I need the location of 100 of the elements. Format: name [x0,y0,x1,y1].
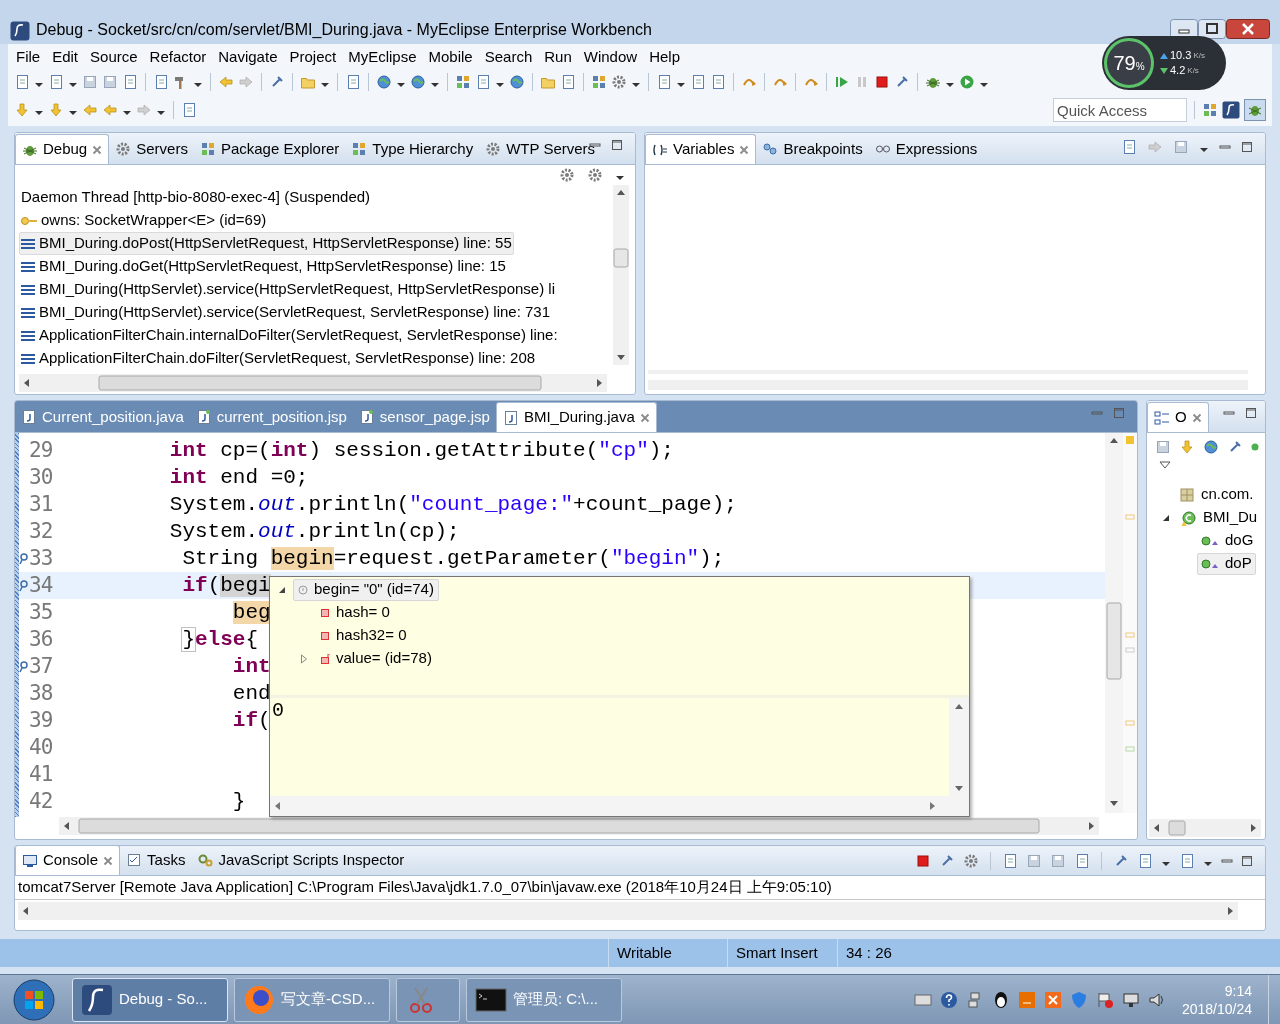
globe-icon[interactable] [1203,439,1219,455]
menu-item[interactable]: Window [577,45,644,69]
variable-tree-item[interactable]: hash= 0 [315,601,395,624]
horizontal-scrollbar[interactable] [19,374,607,392]
breakpoint-marker-icon[interactable] [19,660,29,673]
menu-item[interactable]: Run [538,45,578,69]
grid-icon[interactable] [1202,102,1218,118]
x-icon[interactable] [1043,990,1062,1009]
tab[interactable]: Servers [109,134,194,164]
menu-item[interactable]: Navigate [212,45,284,69]
close-icon[interactable] [1226,19,1270,39]
menu-item[interactable]: Search [478,45,539,69]
tab[interactable]: Debug [15,134,110,164]
speaker-icon[interactable] [1147,990,1166,1009]
menu-item[interactable]: Project [283,45,343,69]
tab[interactable]: BMI_During.java [495,402,657,432]
document-icon[interactable] [1002,853,1018,869]
view-menu-icon[interactable] [1159,461,1171,469]
quick-access-field[interactable]: Quick Access [1053,98,1187,122]
grid-icon[interactable] [591,74,607,90]
maximize-icon[interactable] [1245,407,1257,419]
globe-icon[interactable] [410,74,426,90]
document-icon[interactable] [181,102,197,118]
document-icon[interactable] [1121,139,1137,155]
taskbar-button[interactable]: Debug - So... [72,977,228,1022]
stack-frame-row[interactable]: BMI_During.doPost(HttpServletRequest, HttpServletResponse) line: 55 [19,232,514,255]
menu-item[interactable]: Help [643,45,686,69]
tab[interactable]: Tasks [120,846,192,875]
gear-icon[interactable] [963,853,979,869]
menu-item[interactable]: Mobile [422,45,479,69]
tab[interactable]: Breakpoints [756,134,869,164]
save-icon[interactable] [1026,853,1042,869]
tab[interactable]: Expressions [868,134,984,164]
tab[interactable]: JavaScript Scripts Inspector [191,846,411,875]
tab[interactable]: Console [15,846,121,875]
collapsed-arrow-icon[interactable] [300,653,308,664]
gear-icon[interactable] [611,74,627,90]
bug-icon[interactable] [1244,99,1266,121]
app-logo-icon[interactable] [1222,101,1240,119]
document-icon[interactable] [1074,853,1090,869]
document-icon[interactable] [1179,853,1195,869]
variable-tree-item[interactable]: hash32= 0 [315,624,412,647]
outline-item[interactable]: doP [1197,552,1256,575]
help-icon[interactable] [939,990,958,1009]
variable-tree-item[interactable]: value= (id=78) [315,647,437,670]
minimize-icon[interactable] [1170,19,1198,39]
gear-icon[interactable] [559,167,575,183]
horizontal-scrollbar[interactable] [1149,819,1261,837]
document-icon[interactable] [690,74,706,90]
save-icon[interactable] [102,74,118,90]
stop-icon[interactable] [874,74,890,90]
arrow-left-icon[interactable] [218,74,234,90]
menu-item[interactable]: Refactor [143,45,213,69]
maximize-icon[interactable] [1241,141,1253,153]
stack-frame-row[interactable]: Daemon Thread [http-bio-8080-exec-4] (Suspended) [19,186,373,209]
dot-icon[interactable] [1251,443,1259,451]
document-icon[interactable] [345,74,361,90]
vertical-scrollbar[interactable] [1105,433,1123,813]
maximize-icon[interactable] [611,139,623,151]
stack-frame-row[interactable]: BMI_During(HttpServlet).service(ServletRequest, ServletResponse) line: 731 [19,301,553,324]
stack-frame-row[interactable]: ApplicationFilterChain.internalDoFilter(ServletRequest, ServletResponse) line: [19,324,560,347]
document-icon[interactable] [656,74,672,90]
stack-frame-row[interactable]: BMI_During.doGet(HttpServletRequest, HttpServletResponse) line: 15 [19,255,508,278]
document-icon[interactable] [14,74,30,90]
document-icon[interactable] [122,74,138,90]
document-icon[interactable] [1137,853,1153,869]
horizontal-scrollbar[interactable] [18,902,1238,920]
arrow-down-icon[interactable] [1179,439,1195,455]
menu-item[interactable]: MyEclipse [342,45,423,69]
maximize-icon[interactable] [1198,19,1226,39]
document-icon[interactable] [48,74,64,90]
globe-icon[interactable] [509,74,525,90]
menu-item[interactable]: File [10,45,47,69]
menu-item[interactable]: Source [84,45,144,69]
document-icon[interactable] [475,74,491,90]
expanded-arrow-icon[interactable] [278,585,286,594]
outline-item[interactable]: cn.com. [1175,483,1258,506]
stack-frame-row[interactable]: BMI_During(HttpServlet).service(HttpServletRequest, HttpServletResponse) li [19,278,558,301]
vertical-scrollbar[interactable] [613,185,629,365]
vertical-scrollbar[interactable] [949,698,969,796]
stack-frame-row[interactable]: owns: SocketWrapper<E> (id=69) [19,209,269,232]
gear-icon[interactable] [587,167,603,183]
save-icon[interactable] [1173,139,1189,155]
stop-icon[interactable] [915,853,931,869]
document-icon[interactable] [153,74,169,90]
breakpoint-marker-icon[interactable] [19,579,29,592]
expanded-arrow-icon[interactable] [1162,513,1170,522]
save-icon[interactable] [1050,853,1066,869]
menu-item[interactable]: Edit [46,45,85,69]
breakpoint-marker-icon[interactable] [19,552,29,565]
tab[interactable]: Type Hierarchy [345,134,480,164]
stack-frame-row[interactable]: ApplicationFilterChain.doFilter(ServletRequest, ServletResponse) line: 208 [19,347,538,370]
document-icon[interactable] [710,74,726,90]
document-icon[interactable] [560,74,576,90]
horizontal-scrollbar[interactable] [59,817,1099,835]
tab[interactable]: Variables [645,134,757,164]
outline-item[interactable]: doG [1197,529,1258,552]
tab[interactable]: Package Explorer [193,134,346,164]
variable-tree-item[interactable]: begin= "0" (id=74) [293,578,439,601]
save-icon[interactable] [1155,439,1171,455]
